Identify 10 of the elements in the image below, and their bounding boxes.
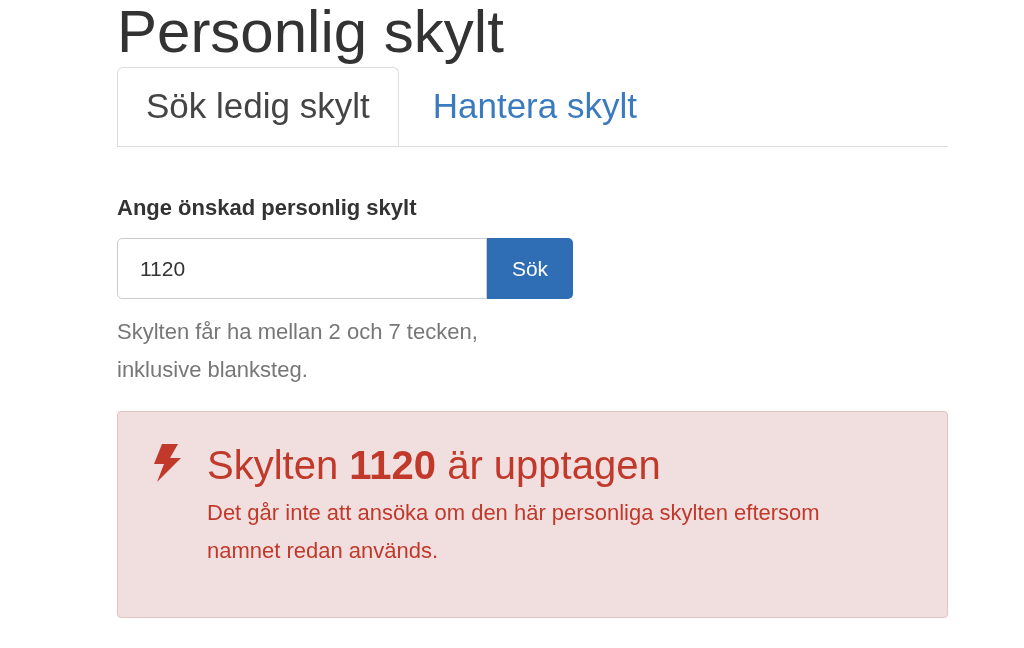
lightning-icon	[151, 444, 181, 482]
tab[interactable]: Hantera skylt	[398, 67, 671, 146]
alert-heading: Skylten 1120 är upptagen	[207, 442, 661, 488]
search-button[interactable]: Sök	[487, 238, 573, 299]
input-field[interactable]: 1120	[117, 238, 487, 299]
alert-message: Det går inte att ansöka om den här personliga skylten eftersom namnet redan används.	[207, 499, 821, 565]
page-title: Personlig skylt	[117, 0, 504, 64]
help-text: Skylten får ha mellan 2 och 7 tecken, inklusive blanksteg.	[117, 318, 479, 384]
tab[interactable]: Sök ledig skylt	[117, 67, 399, 146]
field-label: Ange önskad personlig skylt	[117, 194, 417, 222]
